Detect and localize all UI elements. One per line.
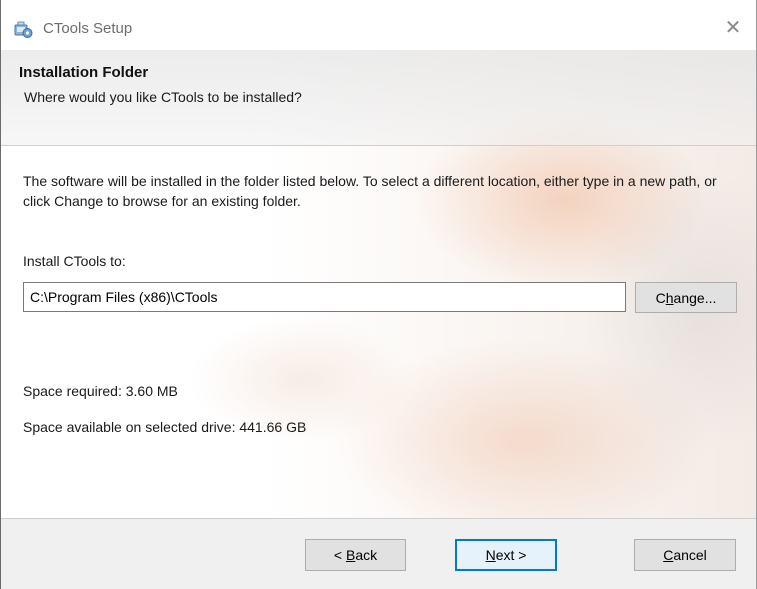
- back-button[interactable]: < Back: [305, 539, 406, 571]
- space-available-text: Space available on selected drive: 441.6…: [23, 419, 307, 435]
- button-bar: < Back Next > Cancel: [1, 518, 756, 589]
- next-button[interactable]: Next >: [455, 539, 557, 571]
- back-label-pre: <: [333, 547, 346, 563]
- setup-icon: [14, 20, 33, 39]
- change-button[interactable]: Ch ange...: [635, 282, 737, 313]
- change-label-post: ange...: [673, 289, 717, 306]
- install-path-label: Install CTools to:: [23, 253, 126, 269]
- next-label-post: ext >: [495, 547, 527, 563]
- description-text: The software will be installed in the fo…: [23, 173, 717, 209]
- title-bar[interactable]: CTools Setup ✕: [1, 0, 756, 50]
- setup-window: CTools Setup ✕ Installation Folder Where…: [0, 0, 757, 589]
- change-label-accel: h: [665, 289, 674, 306]
- close-icon: ✕: [724, 16, 742, 39]
- page-title: Installation Folder: [19, 64, 149, 81]
- cancel-label-accel: C: [663, 547, 674, 563]
- header-divider: [1, 145, 756, 146]
- space-required-text: Space required: 3.60 MB: [23, 383, 178, 399]
- next-label-accel: N: [485, 547, 496, 563]
- install-path-input[interactable]: [23, 282, 626, 312]
- window-title: CTools Setup: [43, 20, 133, 37]
- back-label-accel: B: [345, 547, 356, 563]
- cancel-label-post: ancel: [673, 547, 707, 563]
- cancel-button[interactable]: Cancel: [634, 539, 736, 571]
- close-button[interactable]: ✕: [710, 10, 756, 44]
- change-label-pre: C: [655, 289, 666, 306]
- page-subtitle: Where would you like CTools to be instal…: [24, 89, 302, 105]
- back-label-post: ack: [355, 547, 378, 563]
